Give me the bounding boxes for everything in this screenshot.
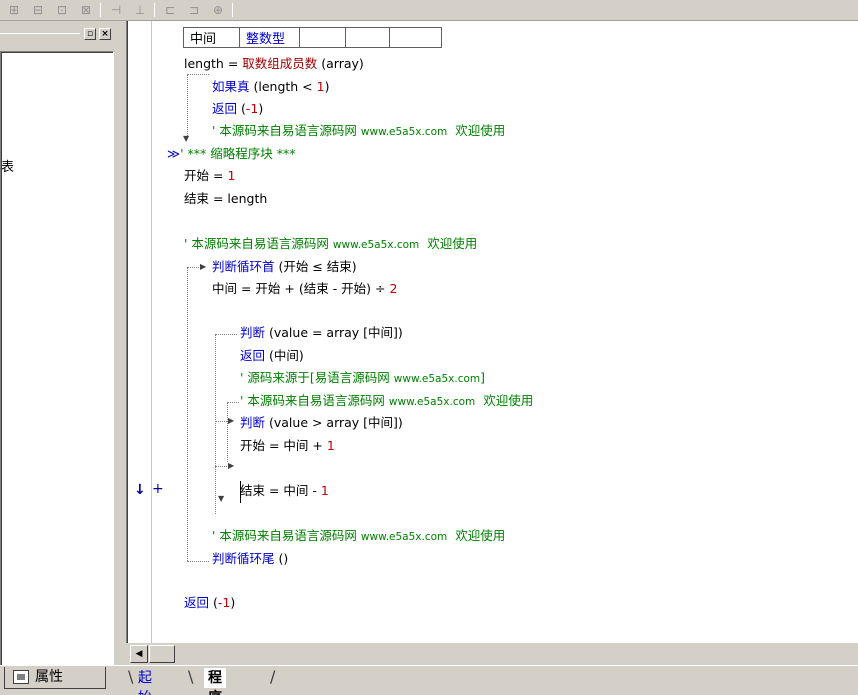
variable-table[interactable]: 中间 整数型 [183,27,442,48]
toolbar-align-icon[interactable]: ⊞ [4,1,24,19]
code-line-return[interactable]: 返回 (-1) [212,100,263,118]
current-line-arrow-icon: ↓ [134,482,146,498]
tree-line [187,74,209,75]
tab-program-set[interactable]: 程序集1 [204,668,226,695]
scroll-left-icon[interactable]: ◀ [130,645,148,663]
tree-line [215,334,237,335]
minimize-icon[interactable]: ▫ [84,28,96,40]
code-line-end-assign[interactable]: 结束 = 中间 - 1 [240,482,329,500]
code-line-loop-end[interactable]: 判断循环尾 () [212,550,288,568]
code-line-loop-start[interactable]: 判断循环首 (开始 ≤ 结束) [212,258,357,276]
fold-marker-icon: ≫ [167,146,181,161]
code-line-final-return[interactable]: 返回 (-1) [184,594,235,612]
horizontal-scrollbar[interactable]: ◀ [126,643,858,665]
tree-arrow-icon: ▶ [228,416,235,425]
bottom-bar: 属性 \ 起始页 \ 程序集1 / [0,665,858,695]
tab-edge: \ [128,667,134,686]
var-empty-cell[interactable] [345,27,390,48]
left-panel-content[interactable]: 表 [0,51,114,681]
tree-line [215,334,216,514]
gutter-divider [151,21,152,643]
toolbar-bottom-icon[interactable]: ⊠ [76,1,96,19]
code-folded-block[interactable]: ≫' *** 缩略程序块 *** [167,145,295,163]
toolbar-separator [232,3,233,17]
code-line-return-mid[interactable]: 返回 (中间) [240,347,304,365]
code-comment[interactable]: ' 源码来源于[易语言源码网 www.e5a5x.com] [240,369,485,387]
toolbar: ⊞ ⊟ ⊡ ⊠ ⊣ ⊥ ⊏ ⊐ ⊕ [0,0,858,21]
tree-line [187,74,188,136]
toolbar-size-icon[interactable]: ⊕ [208,1,228,19]
code-comment[interactable]: ' 本源码来自易语言源码网 www.e5a5x.com 欢迎使用 [240,392,533,410]
toolbar-width-icon[interactable]: ⊏ [160,1,180,19]
tree-line [227,402,228,462]
tree-line [187,561,209,562]
code-line-if[interactable]: 如果真 (length < 1) [212,78,329,96]
code-comment[interactable]: ' 本源码来自易语言源码网 www.e5a5x.com 欢迎使用 [184,235,477,253]
properties-tab-label: 属性 [35,669,63,685]
partial-label: 表 [1,160,15,175]
toolbar-hspace-icon[interactable]: ⊣ [106,1,126,19]
code-line-judge-equal[interactable]: 判断 (value = array [中间]) [240,324,403,342]
toolbar-separator [154,3,155,17]
var-empty-cell[interactable] [389,27,442,48]
tab-edge: / [270,667,276,686]
tab-edge: \ [188,667,194,686]
var-empty-cell[interactable] [299,27,346,48]
add-line-icon[interactable]: + [152,481,164,497]
var-name-cell[interactable]: 中间 [183,27,240,48]
properties-icon [13,670,29,684]
tree-arrow-icon: ▼ [183,134,190,143]
code-line-start-assign[interactable]: 开始 = 中间 + 1 [240,437,335,455]
tree-arrow-icon: ▶ [228,461,235,470]
tree-arrow-icon: ▼ [218,494,225,503]
left-panel-titlebar: ▫ × [0,25,118,43]
var-type-cell[interactable]: 整数型 [239,27,300,48]
code-line-end[interactable]: 结束 = length [184,190,267,208]
code-line-mid-calc[interactable]: 中间 = 开始 + (结束 - 开始) ÷ 2 [212,280,397,298]
code-line-start[interactable]: 开始 = 1 [184,167,235,185]
code-line-length[interactable]: length = 取数组成员数 (array) [184,55,364,73]
toolbar-separator [100,3,101,17]
tab-start-page[interactable]: 起始页 [138,668,152,695]
toolbar-height-icon[interactable]: ⊐ [184,1,204,19]
tree-line [187,267,188,561]
scroll-thumb[interactable] [149,645,175,663]
tree-line [187,267,201,268]
code-editor[interactable]: 中间 整数型 ▼ ▶ ▶ ▶ ▼ length = 取数组成员数 (array)… [126,21,858,643]
tree-line [227,402,239,403]
close-icon[interactable]: × [99,28,111,40]
code-comment[interactable]: ' 本源码来自易语言源码网 www.e5a5x.com 欢迎使用 [212,527,505,545]
toolbar-center-icon[interactable]: ⊟ [28,1,48,19]
tree-line [215,466,229,467]
code-comment[interactable]: ' 本源码来自易语言源码网 www.e5a5x.com 欢迎使用 [212,122,505,140]
tree-arrow-icon: ▶ [200,262,207,271]
toolbar-top-icon[interactable]: ⊡ [52,1,72,19]
properties-tab[interactable]: 属性 [4,667,106,689]
code-line-judge-greater[interactable]: 判断 (value > array [中间]) [240,414,403,432]
toolbar-vspace-icon[interactable]: ⊥ [130,1,150,19]
left-panel: ▫ × 表 [0,21,120,681]
